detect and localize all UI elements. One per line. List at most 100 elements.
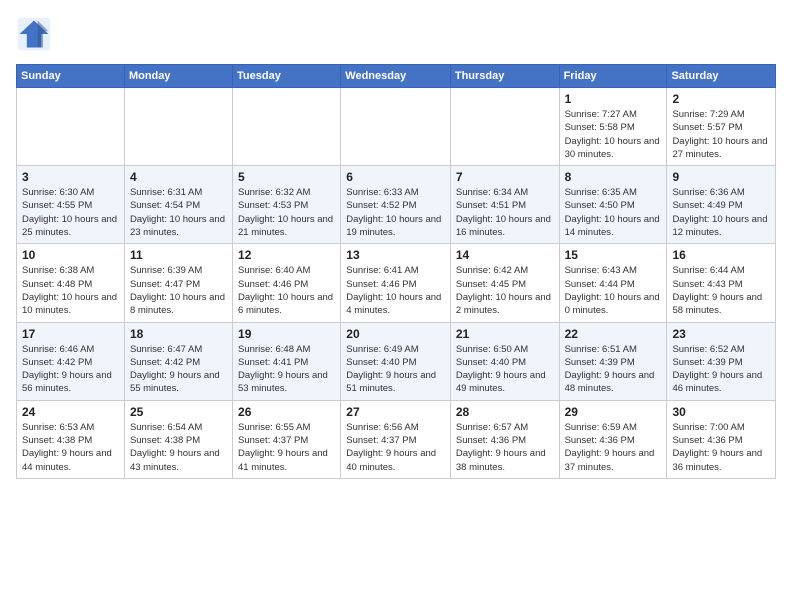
day-info: Sunrise: 7:00 AM Sunset: 4:36 PM Dayligh… (672, 421, 770, 474)
day-number: 3 (22, 170, 119, 184)
calendar-cell: 9 Sunrise: 6:36 AM Sunset: 4:49 PM Daylig… (667, 166, 776, 244)
day-info: Sunrise: 6:46 AM Sunset: 4:42 PM Dayligh… (22, 343, 119, 396)
day-info: Sunrise: 6:55 AM Sunset: 4:37 PM Dayligh… (238, 421, 335, 474)
calendar-cell: 17 Sunrise: 6:46 AM Sunset: 4:42 PM Dayli… (17, 322, 125, 400)
day-number: 17 (22, 327, 119, 341)
calendar-cell: 19Sunrise: 6:48 AM Sunset: 4:41 PM Dayli… (233, 322, 341, 400)
calendar-cell: 25 Sunrise: 6:54 AM Sunset: 4:38 PM Dayli… (124, 400, 232, 478)
logo (16, 16, 58, 52)
calendar-week-row: 3 Sunrise: 6:30 AM Sunset: 4:55 PM Daylig… (17, 166, 776, 244)
day-info: Sunrise: 6:42 AM Sunset: 4:45 PM Dayligh… (456, 264, 554, 317)
day-info: Sunrise: 6:31 AM Sunset: 4:54 PM Dayligh… (130, 186, 227, 239)
calendar-cell (450, 88, 559, 166)
day-info: Sunrise: 6:38 AM Sunset: 4:48 PM Dayligh… (22, 264, 119, 317)
day-number: 29 (565, 405, 662, 419)
calendar-cell: 24Sunrise: 6:53 AM Sunset: 4:38 PM Dayli… (17, 400, 125, 478)
weekday-header: Wednesday (341, 65, 451, 88)
day-info: Sunrise: 6:52 AM Sunset: 4:39 PM Dayligh… (672, 343, 770, 396)
calendar-header-row: SundayMondayTuesdayWednesdayThursdayFrid… (17, 65, 776, 88)
calendar-cell: 7 Sunrise: 6:34 AM Sunset: 4:51 PM Daylig… (450, 166, 559, 244)
day-info: Sunrise: 6:43 AM Sunset: 4:44 PM Dayligh… (565, 264, 662, 317)
calendar-cell: 4 Sunrise: 6:31 AM Sunset: 4:54 PM Daylig… (124, 166, 232, 244)
logo-icon (16, 16, 52, 52)
calendar-cell (341, 88, 451, 166)
page-header (16, 16, 776, 52)
day-info: Sunrise: 6:54 AM Sunset: 4:38 PM Dayligh… (130, 421, 227, 474)
weekday-header: Saturday (667, 65, 776, 88)
day-info: Sunrise: 6:41 AM Sunset: 4:46 PM Dayligh… (346, 264, 445, 317)
day-number: 16 (672, 248, 770, 262)
weekday-header: Thursday (450, 65, 559, 88)
weekday-header: Monday (124, 65, 232, 88)
calendar-cell: 20Sunrise: 6:49 AM Sunset: 4:40 PM Dayli… (341, 322, 451, 400)
calendar-cell (233, 88, 341, 166)
calendar-cell: 30 Sunrise: 7:00 AM Sunset: 4:36 PM Dayli… (667, 400, 776, 478)
calendar-cell: 13 Sunrise: 6:41 AM Sunset: 4:46 PM Dayli… (341, 244, 451, 322)
day-number: 22 (565, 327, 662, 341)
day-info: Sunrise: 7:27 AM Sunset: 5:58 PM Dayligh… (565, 108, 662, 161)
day-number: 15 (565, 248, 662, 262)
day-number: 18 (130, 327, 227, 341)
calendar-table: SundayMondayTuesdayWednesdayThursdayFrid… (16, 64, 776, 479)
day-info: Sunrise: 6:40 AM Sunset: 4:46 PM Dayligh… (238, 264, 335, 317)
day-number: 28 (456, 405, 554, 419)
day-number: 30 (672, 405, 770, 419)
calendar-cell: 3 Sunrise: 6:30 AM Sunset: 4:55 PM Daylig… (17, 166, 125, 244)
day-number: 27 (346, 405, 445, 419)
day-number: 5 (238, 170, 335, 184)
day-info: Sunrise: 6:47 AM Sunset: 4:42 PM Dayligh… (130, 343, 227, 396)
day-info: Sunrise: 6:44 AM Sunset: 4:43 PM Dayligh… (672, 264, 770, 317)
calendar-cell: 16 Sunrise: 6:44 AM Sunset: 4:43 PM Dayli… (667, 244, 776, 322)
day-info: Sunrise: 6:30 AM Sunset: 4:55 PM Dayligh… (22, 186, 119, 239)
calendar-cell: 26 Sunrise: 6:55 AM Sunset: 4:37 PM Dayli… (233, 400, 341, 478)
calendar-cell: 15 Sunrise: 6:43 AM Sunset: 4:44 PM Dayli… (559, 244, 667, 322)
day-number: 25 (130, 405, 227, 419)
calendar-cell: 1 Sunrise: 7:27 AM Sunset: 5:58 PM Daylig… (559, 88, 667, 166)
day-number: 9 (672, 170, 770, 184)
day-info: Sunrise: 6:34 AM Sunset: 4:51 PM Dayligh… (456, 186, 554, 239)
calendar-cell (124, 88, 232, 166)
day-number: 21 (456, 327, 554, 341)
calendar-cell: 14 Sunrise: 6:42 AM Sunset: 4:45 PM Dayli… (450, 244, 559, 322)
weekday-header: Friday (559, 65, 667, 88)
calendar-cell: 10 Sunrise: 6:38 AM Sunset: 4:48 PM Dayli… (17, 244, 125, 322)
day-number: 1 (565, 92, 662, 106)
day-number: 4 (130, 170, 227, 184)
day-number: 26 (238, 405, 335, 419)
day-number: 14 (456, 248, 554, 262)
calendar-cell: 8Sunrise: 6:35 AM Sunset: 4:50 PM Daylig… (559, 166, 667, 244)
day-info: Sunrise: 7:29 AM Sunset: 5:57 PM Dayligh… (672, 108, 770, 161)
weekday-header: Tuesday (233, 65, 341, 88)
day-info: Sunrise: 6:50 AM Sunset: 4:40 PM Dayligh… (456, 343, 554, 396)
day-info: Sunrise: 6:57 AM Sunset: 4:36 PM Dayligh… (456, 421, 554, 474)
day-info: Sunrise: 6:56 AM Sunset: 4:37 PM Dayligh… (346, 421, 445, 474)
day-number: 8 (565, 170, 662, 184)
weekday-header: Sunday (17, 65, 125, 88)
day-number: 19 (238, 327, 335, 341)
day-number: 7 (456, 170, 554, 184)
calendar-cell: 2 Sunrise: 7:29 AM Sunset: 5:57 PM Daylig… (667, 88, 776, 166)
day-number: 23 (672, 327, 770, 341)
calendar-cell: 6 Sunrise: 6:33 AM Sunset: 4:52 PM Daylig… (341, 166, 451, 244)
day-number: 6 (346, 170, 445, 184)
day-info: Sunrise: 6:33 AM Sunset: 4:52 PM Dayligh… (346, 186, 445, 239)
calendar-cell: 29 Sunrise: 6:59 AM Sunset: 4:36 PM Dayli… (559, 400, 667, 478)
calendar-cell: 21 Sunrise: 6:50 AM Sunset: 4:40 PM Dayli… (450, 322, 559, 400)
day-info: Sunrise: 6:36 AM Sunset: 4:49 PM Dayligh… (672, 186, 770, 239)
day-number: 13 (346, 248, 445, 262)
day-info: Sunrise: 6:51 AM Sunset: 4:39 PM Dayligh… (565, 343, 662, 396)
calendar-cell: 12 Sunrise: 6:40 AM Sunset: 4:46 PM Dayli… (233, 244, 341, 322)
calendar-cell: 27 Sunrise: 6:56 AM Sunset: 4:37 PM Dayli… (341, 400, 451, 478)
calendar-cell (17, 88, 125, 166)
calendar-cell: 18 Sunrise: 6:47 AM Sunset: 4:42 PM Dayli… (124, 322, 232, 400)
day-info: Sunrise: 6:39 AM Sunset: 4:47 PM Dayligh… (130, 264, 227, 317)
calendar-week-row: 17 Sunrise: 6:46 AM Sunset: 4:42 PM Dayli… (17, 322, 776, 400)
day-info: Sunrise: 6:49 AM Sunset: 4:40 PM Dayligh… (346, 343, 445, 396)
calendar-cell: 28 Sunrise: 6:57 AM Sunset: 4:36 PM Dayli… (450, 400, 559, 478)
day-info: Sunrise: 6:59 AM Sunset: 4:36 PM Dayligh… (565, 421, 662, 474)
calendar-week-row: 24Sunrise: 6:53 AM Sunset: 4:38 PM Dayli… (17, 400, 776, 478)
calendar-cell: 23 Sunrise: 6:52 AM Sunset: 4:39 PM Dayli… (667, 322, 776, 400)
day-number: 12 (238, 248, 335, 262)
day-number: 2 (672, 92, 770, 106)
day-number: 10 (22, 248, 119, 262)
